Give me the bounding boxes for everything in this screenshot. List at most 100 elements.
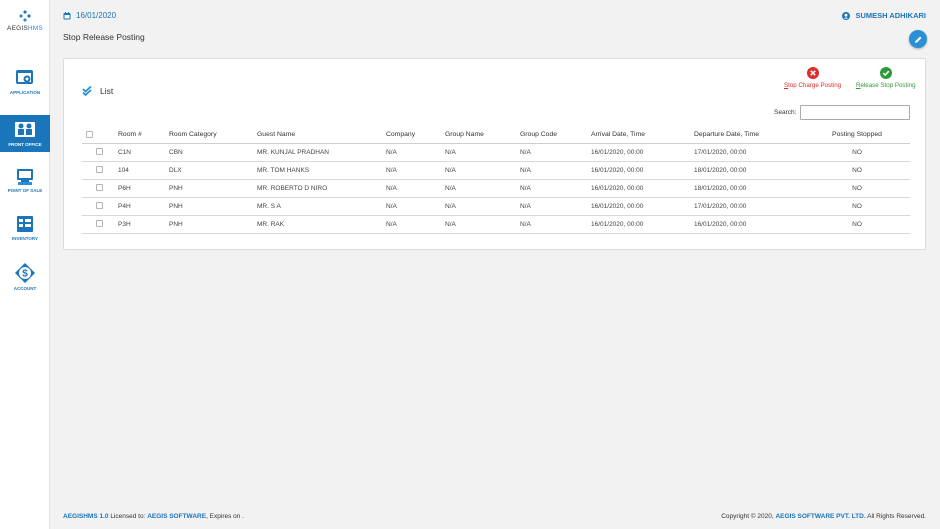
col-guest-name[interactable]: Guest Name	[253, 126, 382, 144]
release-stop-posting-button[interactable]: Release Stop Posting	[856, 67, 916, 89]
stop-charge-posting-button[interactable]: Stop Charge Posting	[784, 67, 841, 89]
cell-room: P4H	[114, 197, 165, 216]
row-select-cell	[82, 179, 114, 198]
cell-room-category: PNH	[165, 179, 253, 198]
cell-company: N/A	[382, 215, 441, 234]
cell-group-name: N/A	[441, 143, 516, 162]
col-departure[interactable]: Departure Date, Time	[690, 126, 800, 144]
cell-guest-name: MR. RAK	[253, 215, 382, 234]
double-check-icon	[82, 86, 92, 96]
list-card: List Stop Charge Posting Release Stop Po…	[63, 58, 926, 250]
row-select-cell	[82, 215, 114, 234]
table-row[interactable]: P6H PNH MR. ROBERTO D NIRO N/A N/A N/A 16/01/2…	[82, 179, 910, 198]
col-posting-stopped[interactable]: Posting Stopped	[800, 126, 910, 144]
row-checkbox[interactable]	[96, 184, 103, 192]
row-checkbox[interactable]	[96, 148, 103, 156]
select-all-checkbox[interactable]	[86, 130, 93, 138]
cell-arrival: 16/01/2020, 00:00	[587, 215, 690, 234]
table-row[interactable]: P3H PNH MR. RAK N/A N/A N/A 16/01/2020, 00:00 1…	[82, 215, 910, 234]
cell-posting-stopped: NO	[800, 215, 910, 234]
cell-room: P6H	[114, 179, 165, 198]
account-dollar-icon: $	[15, 263, 35, 283]
cell-group-name: N/A	[441, 179, 516, 198]
cell-guest-name: MR. ROBERTO D NIRO	[253, 179, 382, 198]
postings-table: Room # Room Category Guest Name Company …	[82, 126, 910, 234]
footer-copyright: Copyright © 2020, AEGIS SOFTWARE PVT. LT…	[721, 513, 926, 520]
cell-room: 104	[114, 161, 165, 180]
header-date: 16/01/2020	[63, 11, 116, 20]
row-select-cell	[82, 143, 114, 162]
application-icon	[16, 70, 33, 84]
table-header-row: Room # Room Category Guest Name Company …	[82, 126, 910, 144]
cell-room-category: PNH	[165, 197, 253, 216]
cell-departure: 16/01/2020, 00:00	[690, 215, 800, 234]
cell-guest-name: MR. TOM HANKS	[253, 161, 382, 180]
nav-account[interactable]: $ ACCOUNT	[0, 262, 50, 296]
col-arrival[interactable]: Arrival Date, Time	[587, 126, 690, 144]
col-group-name[interactable]: Group Name	[441, 126, 516, 144]
nav-application[interactable]: APPLICATION	[0, 68, 50, 104]
cell-company: N/A	[382, 197, 441, 216]
nav-point-of-sale[interactable]: POINT OF SALE	[0, 168, 50, 200]
list-title: List	[100, 86, 114, 96]
table-row[interactable]: P4H PNH MR. S A N/A N/A N/A 16/01/2020, 00:00 1…	[82, 197, 910, 216]
edit-button[interactable]	[909, 30, 927, 48]
cell-group-code: N/A	[516, 143, 587, 162]
table-row[interactable]: C1N CBN MR. KUNJAL PRADHAN N/A N/A N/A 16/01/2…	[82, 143, 910, 162]
cell-company: N/A	[382, 161, 441, 180]
user-menu[interactable]: SUMESH ADHIKARI	[842, 11, 926, 20]
sidebar: AEGISHMS APPLICATION FRONT OFFICE POINT …	[0, 0, 50, 529]
cell-group-name: N/A	[441, 215, 516, 234]
search-input[interactable]	[800, 105, 911, 120]
cell-room: P3H	[114, 215, 165, 234]
list-header: List	[82, 86, 113, 96]
col-room-category[interactable]: Room Category	[165, 126, 253, 144]
row-select-cell	[82, 161, 114, 180]
cell-departure: 17/01/2020, 00:00	[690, 197, 800, 216]
col-company[interactable]: Company	[382, 126, 441, 144]
cell-group-code: N/A	[516, 215, 587, 234]
user-icon	[842, 11, 851, 20]
row-checkbox[interactable]	[96, 166, 103, 174]
svg-text:$: $	[22, 269, 28, 280]
cell-departure: 18/01/2020, 00:00	[690, 161, 800, 180]
pencil-icon	[914, 36, 921, 43]
user-name: SUMESH ADHIKARI	[855, 11, 926, 20]
cell-posting-stopped: NO	[800, 161, 910, 180]
cell-group-code: N/A	[516, 179, 587, 198]
cell-group-code: N/A	[516, 197, 587, 216]
logo-icon	[19, 10, 31, 22]
row-checkbox[interactable]	[96, 202, 103, 210]
row-select-cell	[82, 197, 114, 216]
cell-departure: 18/01/2020, 00:00	[690, 179, 800, 198]
brand-logo[interactable]: AEGISHMS	[0, 10, 50, 32]
cell-company: N/A	[382, 143, 441, 162]
nav-front-office[interactable]: FRONT OFFICE	[0, 115, 50, 152]
cell-posting-stopped: NO	[800, 179, 910, 198]
cell-group-code: N/A	[516, 161, 587, 180]
cell-posting-stopped: NO	[800, 143, 910, 162]
col-group-code[interactable]: Group Code	[516, 126, 587, 144]
cell-guest-name: MR. KUNJAL PRADHAN	[253, 143, 382, 162]
brand-name: AEGISHMS	[7, 25, 43, 32]
cell-room-category: PNH	[165, 215, 253, 234]
cell-arrival: 16/01/2020, 00:00	[587, 161, 690, 180]
nav-inventory[interactable]: INVENTORY	[0, 214, 50, 246]
front-office-icon	[15, 122, 35, 137]
release-check-icon	[879, 67, 892, 79]
table-row[interactable]: 104 DLX MR. TOM HANKS N/A N/A N/A 16/01/2020, …	[82, 161, 910, 180]
cell-room-category: DLX	[165, 161, 253, 180]
cell-group-name: N/A	[441, 197, 516, 216]
cell-room: C1N	[114, 143, 165, 162]
cell-arrival: 16/01/2020, 00:00	[587, 197, 690, 216]
cell-departure: 17/01/2020, 00:00	[690, 143, 800, 162]
cell-group-name: N/A	[441, 161, 516, 180]
cell-room-category: CBN	[165, 143, 253, 162]
stop-x-icon	[806, 67, 819, 79]
search-label: Search:	[774, 109, 797, 116]
col-room[interactable]: Room #	[114, 126, 165, 144]
cell-company: N/A	[382, 179, 441, 198]
row-checkbox[interactable]	[96, 220, 103, 228]
current-date: 16/01/2020	[76, 11, 117, 20]
cell-guest-name: MR. S A	[253, 197, 382, 216]
